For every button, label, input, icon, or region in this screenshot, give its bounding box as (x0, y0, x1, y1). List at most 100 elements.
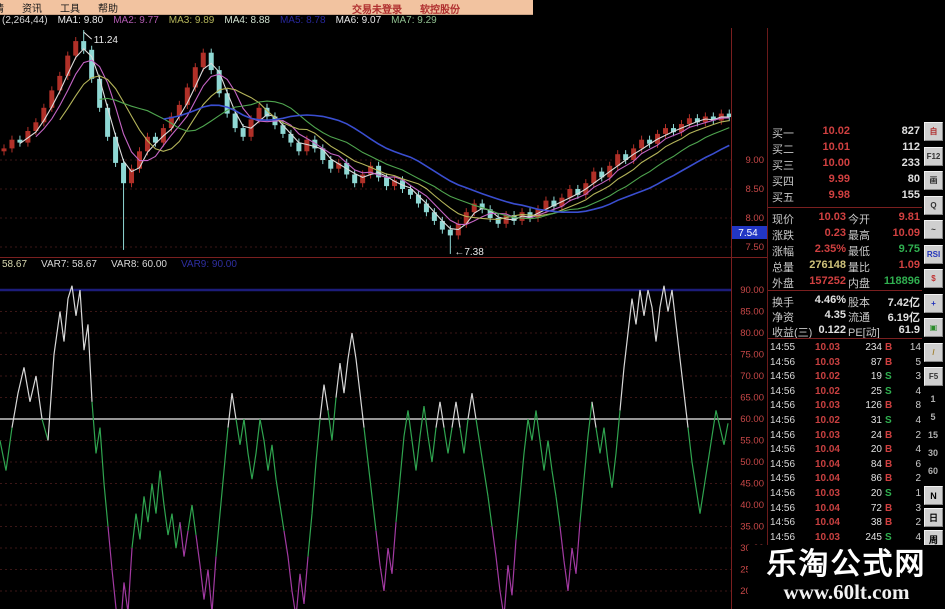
low-price-label: ←7.38 (454, 247, 484, 257)
bid-row-1[interactable]: 买一 10.02 827 (768, 125, 922, 140)
f12-key-icon[interactable]: F12 (924, 146, 943, 166)
side-flag: B (885, 502, 893, 514)
bid-price: 9.99 (828, 173, 850, 185)
view-1-button[interactable]: 日 (924, 508, 943, 527)
bid-volume: 80 (907, 173, 920, 185)
indicator-axis-label: 40.00 (740, 500, 764, 511)
bid-row-3[interactable]: 买三 10.00 233 (768, 157, 922, 172)
indicator-line-low (107, 522, 581, 609)
tick-row: 14:56 10.03 245 S 4 (770, 531, 921, 543)
login-status[interactable]: 交易未登录 (352, 1, 402, 16)
view-0-button[interactable]: N (924, 486, 943, 505)
ma-label-6: MA6: 9.07 (335, 15, 382, 26)
trading-app-window: 情资讯工具帮助 交易未登录 软控股份 (2,264,44) MA1: 9.80 MA… (0, 0, 945, 609)
stat-label: 换手 (772, 297, 794, 309)
indicator-axis-label: 55.00 (740, 436, 764, 447)
tick-row: 14:56 10.04 38 B 2 (770, 517, 921, 529)
menu-bar: 情资讯工具帮助 交易未登录 软控股份 (0, 0, 533, 16)
candle-body (1, 148, 7, 152)
period-60-button[interactable]: 60 (922, 466, 944, 476)
ma-label-2: MA2: 9.77 (113, 15, 159, 26)
stat-value: 2.35% (814, 243, 846, 255)
candle-body (97, 78, 103, 108)
ma-line-2 (35, 59, 730, 225)
bid-row-4[interactable]: 买四 9.99 80 (768, 173, 922, 188)
indicator-value-1: VAR7: 58.67 (41, 259, 97, 270)
stock-pick-icon[interactable]: 自 (924, 122, 943, 141)
tick-row: 14:56 10.02 31 S 4 (770, 415, 921, 426)
menu-item-2[interactable]: 工具 (51, 4, 89, 15)
candle-body (686, 118, 692, 125)
stat-label: 涨跌 (772, 230, 794, 242)
grid-icon[interactable]: ▣ (924, 318, 943, 337)
indicator-axis-label: 35.00 (740, 522, 764, 533)
candle-body (73, 41, 79, 56)
rsi-icon[interactable]: RSI (924, 244, 943, 264)
stat-label: 现价 (772, 214, 794, 226)
bid-row-2[interactable]: 买二 10.01 112 (768, 141, 922, 156)
tick-row: 14:56 10.04 72 B 3 (770, 502, 921, 514)
candle-body (200, 52, 206, 68)
chart-axis-divider (731, 28, 732, 609)
right-toolbar: 自F12画Q~RSI$+▣/F515153060N日周月 (922, 118, 945, 609)
period-5-button[interactable]: 5 (922, 412, 944, 422)
separator (768, 207, 922, 208)
pencil-icon[interactable]: / (924, 342, 943, 362)
tick-row: 14:56 10.02 25 S 4 (770, 385, 921, 397)
candle-body (208, 52, 214, 71)
trend-wave-icon[interactable]: ~ (924, 220, 943, 239)
ma-label-3: MA3: 9.89 (168, 15, 215, 26)
price-axis-label: 7.50 (746, 242, 765, 253)
candle-body (296, 142, 302, 152)
candle-body (9, 139, 15, 149)
indicator-value-3: VAR9: 90.00 (180, 259, 237, 270)
watermark-url: www.60lt.com (783, 580, 910, 605)
period-15-button[interactable]: 15 (922, 430, 944, 440)
period-1-button[interactable]: 1 (922, 394, 944, 404)
ma-label-5: MA5: 8.78 (279, 15, 326, 26)
indicator-axis-label: 90.00 (740, 285, 764, 296)
stat-row-4: 外盘 157252 内盘 118896 (768, 275, 922, 290)
f5-key-icon[interactable]: F5 (924, 367, 943, 386)
menu-status: 交易未登录 软控股份 (352, 1, 460, 16)
magnifier-icon[interactable]: Q (924, 195, 943, 215)
stat-value: 9.75 (898, 243, 920, 255)
stat-row-5: 换手 4.46% 股本 7.42亿 (768, 294, 922, 309)
stat-value: 276148 (809, 259, 846, 271)
menu-item-3[interactable]: 帮助 (89, 4, 127, 15)
side-flag: S (885, 385, 892, 397)
period-30-button[interactable]: 30 (922, 448, 944, 458)
stat-label: 外盘 (772, 278, 794, 290)
ma-label-1: MA1: 9.80 (57, 15, 104, 26)
menu-items: 情资讯工具帮助 (0, 0, 127, 15)
stat-label: 最高 (848, 230, 870, 242)
candle-body (240, 128, 246, 137)
stat-value: 118896 (883, 275, 920, 287)
bid-row-5[interactable]: 买五 9.98 155 (768, 189, 922, 204)
stat-row-1: 涨跌 0.23 最高 10.09 (768, 227, 922, 242)
side-flag: S (885, 415, 892, 426)
side-flag: B (885, 429, 893, 441)
indicator-value-2: VAR8: 60.00 (111, 259, 167, 270)
indicator-header: 58.67 VAR7: 58.67 VAR8: 60.00 VAR9: 90.00 (2, 259, 251, 272)
ma-line-3 (59, 75, 730, 221)
bid-label: 买二 (772, 144, 794, 156)
bid-price: 10.01 (822, 141, 850, 153)
draw-icon[interactable]: 画 (924, 171, 943, 190)
stat-value: 7.42亿 (887, 297, 920, 309)
stat-value: 157252 (809, 275, 846, 287)
stat-label: 今开 (848, 214, 870, 226)
indicator-axis-label: 65.00 (740, 393, 764, 404)
stock-name: 软控股份 (420, 5, 460, 16)
side-flag: S (885, 531, 892, 543)
cross-icon[interactable]: + (924, 293, 943, 313)
menu-item-1[interactable]: 资讯 (13, 4, 51, 15)
stat-label: 最低 (848, 246, 870, 258)
stat-value: 1.09 (898, 259, 920, 271)
indicator-axis-label: 50.00 (740, 457, 764, 468)
menu-item-0[interactable]: 情 (0, 4, 13, 15)
tick-row: 14:56 10.03 87 B 5 (770, 356, 921, 368)
indicator-value-0: 58.67 (2, 259, 28, 270)
stat-row-6: 净资 4.35 流通 6.19亿 (768, 309, 922, 324)
dollar-icon[interactable]: $ (924, 269, 943, 288)
